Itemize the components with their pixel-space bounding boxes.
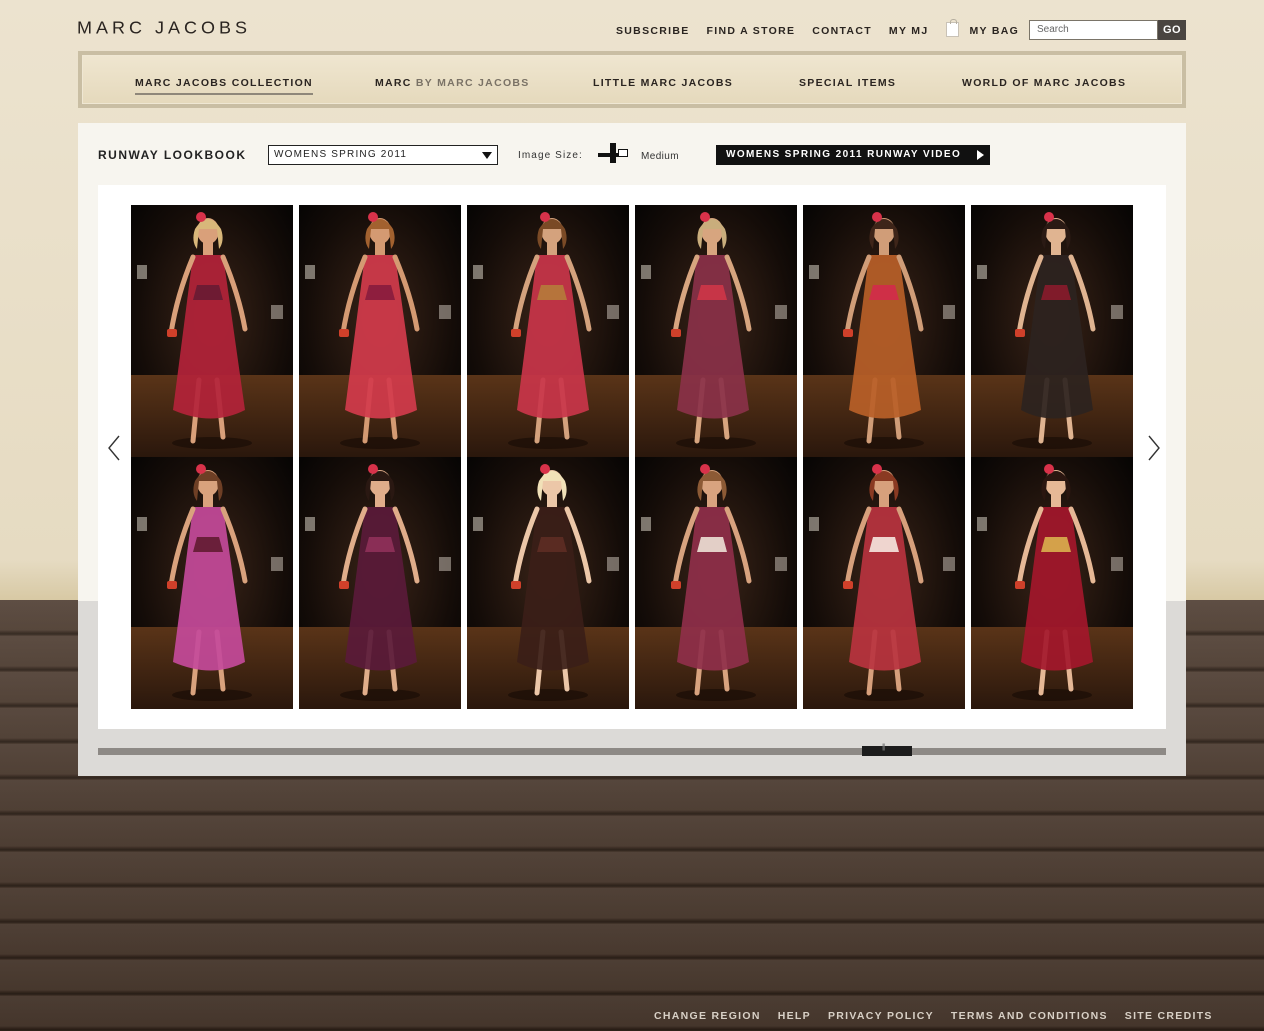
nav-little-marc-jacobs[interactable]: LITTLE MARC JACOBS (593, 77, 733, 89)
terms-and-conditions-link[interactable]: TERMS AND CONDITIONS (951, 1010, 1108, 1022)
site-credits-link[interactable]: SITE CREDITS (1125, 1010, 1213, 1022)
runway-look-thumbnail[interactable] (131, 457, 293, 709)
runway-look-thumbnail[interactable] (971, 205, 1133, 457)
nav-by-marc-jacobs-label: BY MARC JACOBS (411, 77, 530, 89)
scrollbar-thumb[interactable] (862, 744, 912, 756)
help-link[interactable]: HELP (778, 1010, 811, 1022)
search-go-button[interactable]: GO (1158, 20, 1186, 40)
runway-look-thumbnail[interactable] (467, 205, 629, 457)
find-a-store-link[interactable]: FIND A STORE (707, 25, 796, 37)
runway-look-thumbnail[interactable] (467, 457, 629, 709)
previous-arrow-icon[interactable] (104, 433, 124, 463)
image-size-label: Image Size: (518, 150, 583, 161)
lookbook-panel: RUNWAY LOOKBOOK WOMENS SPRING 2011 Image… (78, 123, 1186, 776)
image-size-value: Medium (641, 151, 679, 162)
season-select[interactable]: WOMENS SPRING 2011 (268, 145, 498, 165)
season-select-value: WOMENS SPRING 2011 (274, 149, 408, 160)
runway-look-thumbnail[interactable] (971, 457, 1133, 709)
utility-nav: SUBSCRIBE FIND A STORE CONTACT MY MJ MY … (616, 18, 1020, 38)
dropdown-caret-icon (482, 152, 492, 159)
my-bag-link[interactable]: MY BAG (970, 25, 1020, 37)
image-size-slider[interactable] (598, 143, 628, 163)
privacy-policy-link[interactable]: PRIVACY POLICY (828, 1010, 934, 1022)
shopping-bag-icon[interactable] (945, 18, 959, 37)
lookbook-title: RUNWAY LOOKBOOK (98, 148, 247, 162)
slider-end-cap (618, 149, 628, 157)
main-nav: MARC JACOBS COLLECTION MARC BY MARC JACO… (78, 51, 1186, 108)
look-grid (131, 205, 1133, 709)
next-arrow-icon[interactable] (1144, 433, 1164, 463)
footer-nav: CHANGE REGION HELP PRIVACY POLICY TERMS … (654, 1010, 1213, 1022)
brand-logo[interactable]: MARC JACOBS (77, 19, 251, 39)
runway-look-thumbnail[interactable] (131, 205, 293, 457)
gallery-scrollbar[interactable] (98, 744, 1166, 756)
subscribe-link[interactable]: SUBSCRIBE (616, 25, 690, 37)
my-mj-link[interactable]: MY MJ (889, 25, 929, 37)
runway-look-thumbnail[interactable] (635, 205, 797, 457)
lookbook-gallery (98, 185, 1166, 729)
runway-look-thumbnail[interactable] (299, 457, 461, 709)
nav-marc-jacobs-collection[interactable]: MARC JACOBS COLLECTION (135, 77, 313, 95)
runway-look-thumbnail[interactable] (803, 457, 965, 709)
change-region-link[interactable]: CHANGE REGION (654, 1010, 761, 1022)
play-icon (977, 150, 984, 160)
runway-look-thumbnail[interactable] (803, 205, 965, 457)
nav-marc-by-marc-jacobs[interactable]: MARC BY MARC JACOBS (375, 77, 530, 89)
runway-look-thumbnail[interactable] (635, 457, 797, 709)
runway-video-label: WOMENS SPRING 2011 RUNWAY VIDEO (726, 149, 962, 160)
nav-marc-label: MARC (375, 77, 412, 89)
search-input[interactable]: Search (1029, 20, 1158, 40)
slider-knob[interactable] (610, 143, 616, 163)
nav-special-items[interactable]: SPECIAL ITEMS (799, 77, 896, 89)
nav-world-of-marc-jacobs[interactable]: WORLD OF MARC JACOBS (962, 77, 1126, 89)
runway-look-thumbnail[interactable] (299, 205, 461, 457)
contact-link[interactable]: CONTACT (812, 25, 872, 37)
runway-video-button[interactable]: WOMENS SPRING 2011 RUNWAY VIDEO (716, 145, 990, 165)
